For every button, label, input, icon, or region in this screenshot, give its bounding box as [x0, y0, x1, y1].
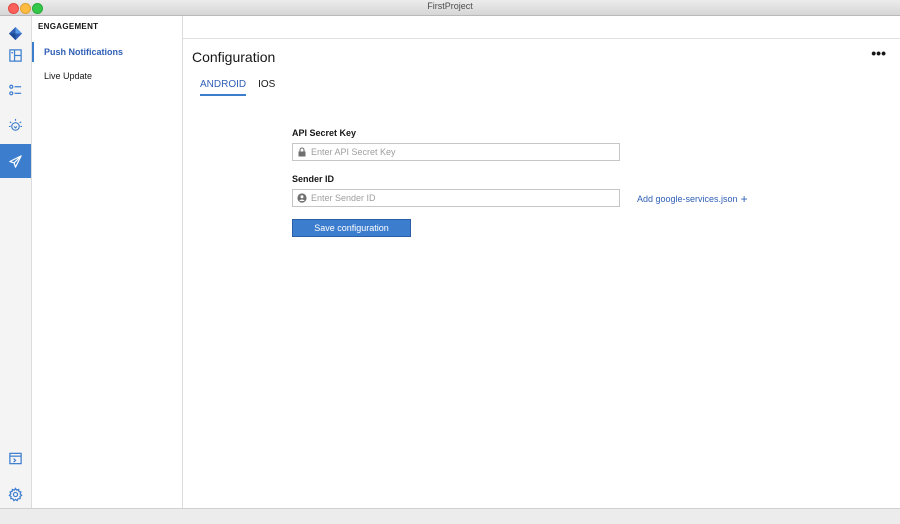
add-link-label: Add google-services.json: [637, 194, 738, 204]
api-secret-key-input[interactable]: [311, 144, 611, 160]
icon-rail: [0, 16, 32, 508]
platform-tabs: ANDROID IOS: [200, 79, 287, 96]
nav-heading: ENGAGEMENT: [32, 16, 182, 40]
page-title: Configuration: [192, 49, 275, 65]
add-google-services-link[interactable]: Add google-services.json+: [637, 191, 748, 205]
gear-icon[interactable]: [0, 477, 31, 511]
api-secret-key-label: API Secret Key: [292, 128, 752, 138]
dashboard-icon[interactable]: [0, 38, 31, 72]
api-secret-key-field: [292, 143, 620, 161]
sender-id-field: [292, 189, 620, 207]
header-strip: [183, 16, 900, 39]
configuration-form: API Secret Key Sender ID: [292, 128, 752, 237]
status-bar: [0, 508, 900, 524]
overflow-menu-button[interactable]: •••: [871, 46, 886, 60]
nav-item-live-update[interactable]: Live Update: [32, 64, 182, 88]
main-content: Configuration ••• ANDROID IOS API Secret…: [183, 16, 900, 508]
tab-ios[interactable]: IOS: [258, 79, 275, 96]
engagement-nav: ENGAGEMENT Push Notifications Live Updat…: [32, 16, 183, 508]
save-configuration-button[interactable]: Save configuration: [292, 219, 411, 237]
window-title: FirstProject: [0, 1, 900, 11]
paper-plane-icon[interactable]: [0, 144, 31, 178]
sender-id-input[interactable]: [311, 190, 611, 206]
nav-item-push-notifications[interactable]: Push Notifications: [32, 40, 182, 64]
tab-android[interactable]: ANDROID: [200, 79, 246, 96]
bulb-icon[interactable]: [0, 108, 31, 142]
terminal-icon[interactable]: [0, 441, 31, 475]
sender-id-label: Sender ID: [292, 174, 752, 184]
settings-list-icon[interactable]: [0, 73, 31, 107]
user-icon: [297, 193, 307, 203]
app-window: FirstProject ENGAGEMENT Push Notificatio…: [0, 0, 900, 523]
sender-id-row: Add google-services.json+: [292, 189, 752, 207]
lock-icon: [297, 147, 307, 157]
plus-icon: +: [741, 192, 748, 206]
title-bar: FirstProject: [0, 0, 900, 16]
